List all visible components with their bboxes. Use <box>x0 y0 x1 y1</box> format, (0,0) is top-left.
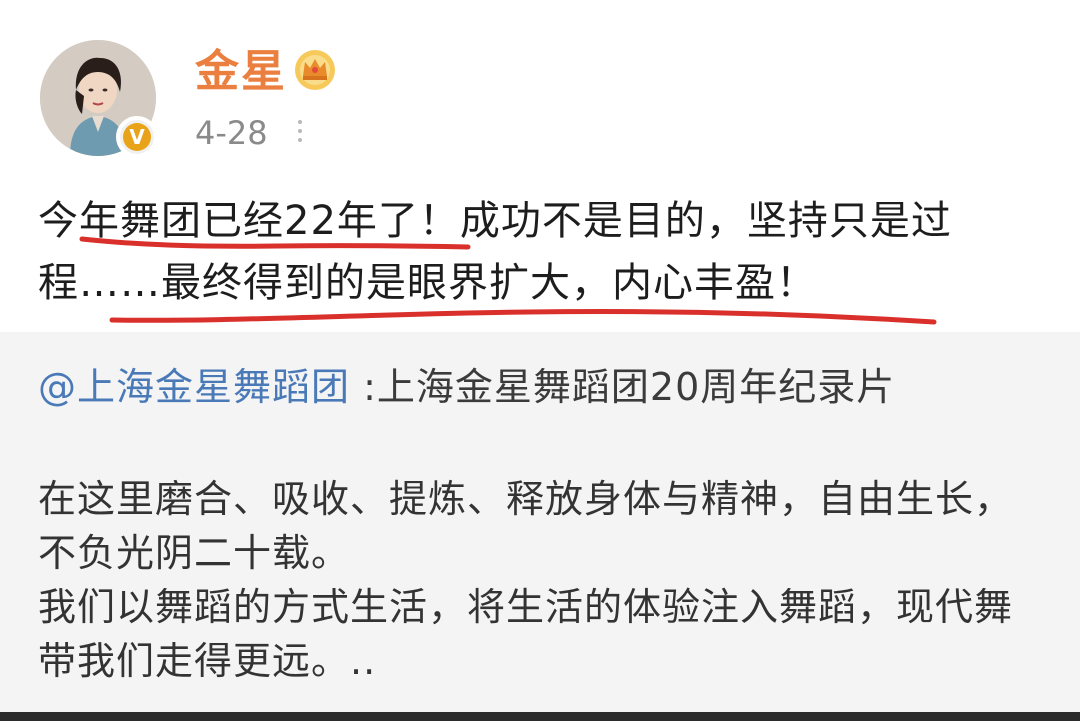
repost-header: @上海金星舞蹈团 :上海金星舞蹈团20周年纪录片 <box>38 361 895 413</box>
post-date: 4-28 <box>195 114 268 152</box>
mention-link[interactable]: @上海金星舞蹈团 <box>38 365 350 409</box>
repost-title: :上海金星舞蹈团20周年纪录片 <box>350 365 896 409</box>
red-underline-mark <box>109 308 937 325</box>
repost-body: 在这里磨合、吸收、提炼、释放身体与精神，自由生长，不负光阴二十载。 我们以舞蹈的… <box>38 472 1048 688</box>
weibo-post: V 金星 4-28 今年舞团已经22年了！成功不是目的，坚持只是过程……最终得到… <box>0 0 1080 721</box>
repost-card[interactable]: @上海金星舞蹈团 :上海金星舞蹈团20周年纪录片 在这里磨合、吸收、提炼、释放身… <box>0 332 1080 721</box>
username[interactable]: 金星 <box>195 44 287 100</box>
red-underline-mark <box>79 236 471 250</box>
crown-icon[interactable] <box>292 46 338 92</box>
repost-paragraph: 我们以舞蹈的方式生活，将生活的体验注入舞蹈，现代舞带我们走得更远。.. <box>38 585 1014 683</box>
bottom-divider <box>0 712 1080 721</box>
repost-paragraph: 在这里磨合、吸收、提炼、释放身体与精神，自由生长，不负光阴二十载。 <box>38 477 1014 575</box>
verified-badge-icon: V <box>116 116 158 158</box>
more-options-icon[interactable] <box>296 120 304 146</box>
